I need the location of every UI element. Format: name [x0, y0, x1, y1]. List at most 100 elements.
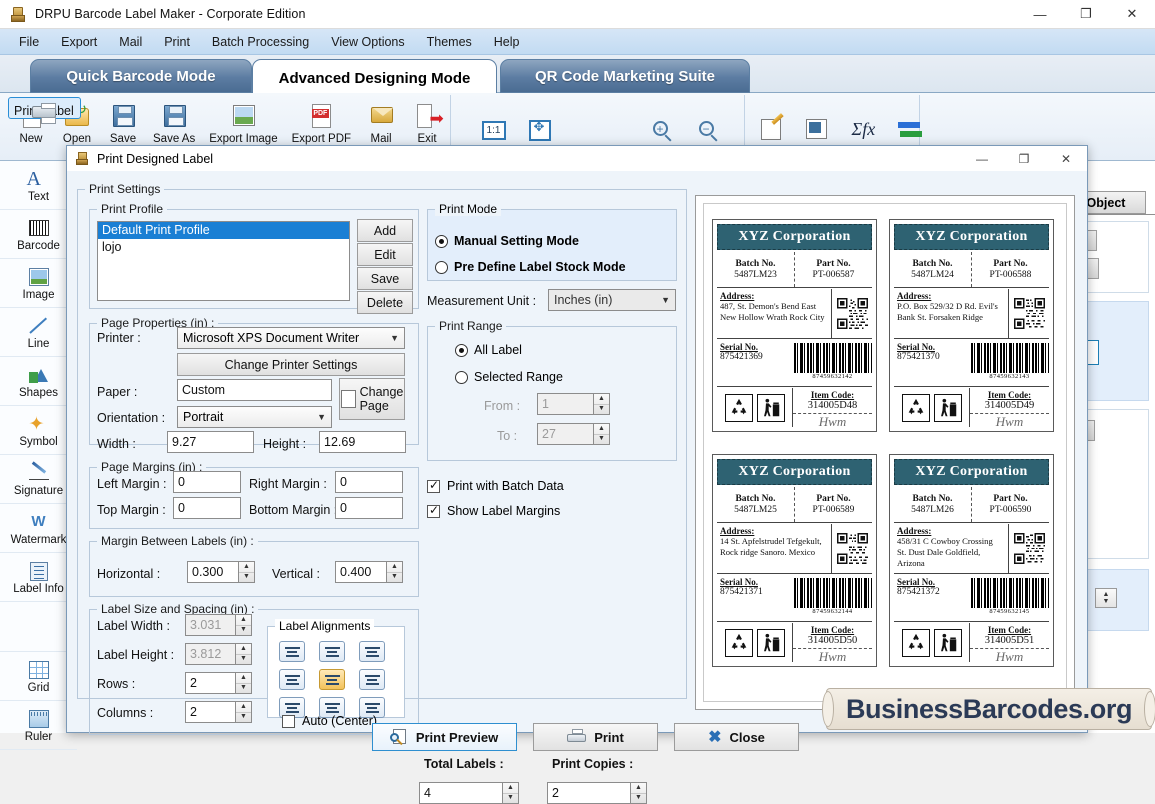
label-width-value[interactable]: 3.031	[185, 614, 235, 636]
top-margin-input[interactable]: 0	[173, 497, 241, 519]
align-middle-center-button[interactable]	[319, 669, 345, 690]
menu-batch-processing[interactable]: Batch Processing	[201, 32, 320, 52]
toolbar-edit-design-button[interactable]	[748, 111, 794, 148]
label-height-value[interactable]: 3.812	[185, 643, 235, 665]
total-labels-value[interactable]: 4	[419, 782, 502, 804]
profile-edit-button[interactable]: Edit	[357, 243, 413, 266]
page-height-input[interactable]: 12.69	[319, 431, 406, 453]
radio-manual-setting-mode[interactable]: Manual Setting Mode	[435, 234, 579, 248]
show-label-margins-checkbox[interactable]: Show Label Margins	[427, 503, 560, 518]
toolbar-function-button[interactable]: Σfx	[840, 111, 886, 148]
stepper-arrows[interactable]: ▲ ▼	[593, 393, 610, 415]
vertical-margin-value[interactable]: 0.400	[335, 561, 386, 583]
right-margin-input[interactable]: 0	[335, 471, 403, 493]
stepper-arrows[interactable]: ▲ ▼	[235, 614, 252, 636]
radio-pre-define-label-stock-mode[interactable]: Pre Define Label Stock Mode	[435, 260, 626, 274]
menu-mail[interactable]: Mail	[108, 32, 153, 52]
stepper-arrows[interactable]: ▲ ▼	[593, 423, 610, 445]
rows-value[interactable]: 2	[185, 672, 235, 694]
vertical-margin-stepper[interactable]: 0.400 ▲ ▼	[335, 561, 403, 583]
print-copies-value[interactable]: 2	[547, 782, 630, 804]
stepper-arrows[interactable]: ▲ ▼	[386, 561, 403, 583]
align-middle-left-button[interactable]	[279, 669, 305, 690]
page-width-input[interactable]: 9.27	[167, 431, 254, 453]
toolbar-swap-button[interactable]	[886, 111, 932, 148]
toolbar-exit-button[interactable]: ➡ Exit	[404, 97, 450, 148]
label-width-stepper[interactable]: 3.031 ▲ ▼	[185, 614, 252, 636]
align-top-right-button[interactable]	[359, 641, 385, 662]
columns-value[interactable]: 2	[185, 701, 235, 723]
dialog-maximize-icon[interactable]: ❐	[1003, 146, 1045, 171]
maximize-icon[interactable]: ❐	[1063, 0, 1109, 29]
toolbar-export-image-button[interactable]: Export Image	[202, 97, 284, 148]
dialog-close-icon[interactable]: ✕	[1045, 146, 1087, 171]
properties-spinner[interactable]: ▲ ▼	[1095, 588, 1117, 608]
profile-delete-button[interactable]: Delete	[357, 291, 413, 314]
stepper-arrows[interactable]: ▲ ▼	[235, 672, 252, 694]
to-stepper[interactable]: 27 ▲ ▼	[537, 423, 610, 445]
total-labels-stepper[interactable]: 4 ▲ ▼	[419, 782, 519, 804]
label-preview-pane[interactable]: XYZ Corporation Batch No. 5487LM23 Part N…	[695, 195, 1075, 710]
tab-advanced-designing-mode[interactable]: Advanced Designing Mode	[252, 59, 497, 97]
change-page-button[interactable]: Change Page	[339, 378, 405, 420]
list-item[interactable]: lojo	[98, 239, 349, 256]
stepper-arrows[interactable]: ▲ ▼	[502, 782, 519, 804]
label-serial-row: Serial No. 875421372 87459632145	[894, 575, 1049, 622]
close-icon[interactable]: ✕	[1109, 0, 1155, 29]
minimize-icon[interactable]: —	[1017, 0, 1063, 29]
bottom-margin-input[interactable]: 0	[335, 497, 403, 519]
print-button[interactable]: Print	[533, 723, 658, 751]
stepper-arrows[interactable]: ▲ ▼	[235, 643, 252, 665]
toolbar-zoom-in-button[interactable]: +	[638, 111, 684, 148]
stepper-arrows[interactable]: ▲ ▼	[630, 782, 647, 804]
stepper-arrows[interactable]: ▲ ▼	[235, 701, 252, 723]
profile-save-button[interactable]: Save	[357, 267, 413, 290]
list-item[interactable]: Default Print Profile	[98, 222, 349, 239]
toolbar-fit-page-button[interactable]	[516, 111, 562, 148]
toolbar-save-as-button[interactable]: Save As	[146, 97, 202, 148]
print-copies-stepper[interactable]: 2 ▲ ▼	[547, 782, 647, 804]
toolbar-zoom-out-button[interactable]: −	[684, 111, 730, 148]
toolbar-mail-button[interactable]: Mail	[358, 97, 404, 148]
horizontal-margin-value[interactable]: 0.300	[187, 561, 238, 583]
measurement-unit-select[interactable]: Inches (in) ▼	[548, 289, 676, 311]
align-top-center-button[interactable]	[319, 641, 345, 662]
menu-export[interactable]: Export	[50, 32, 108, 52]
menu-help[interactable]: Help	[483, 32, 531, 52]
auto-center-checkbox[interactable]: Auto (Center)	[282, 714, 377, 728]
menu-themes[interactable]: Themes	[416, 32, 483, 52]
stepper-arrows[interactable]: ▲ ▼	[238, 561, 255, 583]
rows-stepper[interactable]: 2 ▲ ▼	[185, 672, 252, 694]
change-printer-settings-button[interactable]: Change Printer Settings	[177, 353, 405, 376]
from-stepper[interactable]: 1 ▲ ▼	[537, 393, 610, 415]
toolbar-export-pdf-button[interactable]: PDF Export PDF	[285, 97, 358, 148]
dialog-minimize-icon[interactable]: —	[961, 146, 1003, 171]
tab-quick-barcode-mode[interactable]: Quick Barcode Mode	[30, 59, 252, 93]
toolbar-actual-size-button[interactable]: 1:1	[470, 111, 516, 148]
print-profile-list[interactable]: Default Print Profile lojo	[97, 221, 350, 301]
tab-qr-code-marketing-suite[interactable]: QR Code Marketing Suite	[500, 59, 750, 93]
horizontal-margin-stepper[interactable]: 0.300 ▲ ▼	[187, 561, 255, 583]
menu-print[interactable]: Print	[153, 32, 201, 52]
toolbar-batch-grid-button[interactable]	[794, 111, 840, 148]
align-top-left-button[interactable]	[279, 641, 305, 662]
print-with-batch-data-checkbox[interactable]: Print with Batch Data	[427, 478, 564, 493]
radio-selected-range[interactable]: Selected Range	[455, 370, 563, 384]
toolbar-print-label-button[interactable]: Print Label	[8, 97, 81, 124]
profile-add-button[interactable]: Add	[357, 219, 413, 242]
print-preview-button[interactable]: Print Preview	[372, 723, 517, 751]
align-middle-right-button[interactable]	[359, 669, 385, 690]
columns-stepper[interactable]: 2 ▲ ▼	[185, 701, 252, 723]
to-value[interactable]: 27	[537, 423, 593, 445]
label-height-stepper[interactable]: 3.812 ▲ ▼	[185, 643, 252, 665]
close-button[interactable]: ✖ Close	[674, 723, 799, 751]
orientation-select[interactable]: Portrait ▼	[177, 406, 332, 428]
menu-file[interactable]: File	[8, 32, 50, 52]
toolbar-save-button[interactable]: Save	[100, 97, 146, 148]
printer-select[interactable]: Microsoft XPS Document Writer ▼	[177, 327, 405, 349]
menu-view-options[interactable]: View Options	[320, 32, 415, 52]
radio-all-label[interactable]: All Label	[455, 343, 522, 357]
from-value[interactable]: 1	[537, 393, 593, 415]
paper-value-input[interactable]: Custom	[177, 379, 332, 401]
left-margin-input[interactable]: 0	[173, 471, 241, 493]
